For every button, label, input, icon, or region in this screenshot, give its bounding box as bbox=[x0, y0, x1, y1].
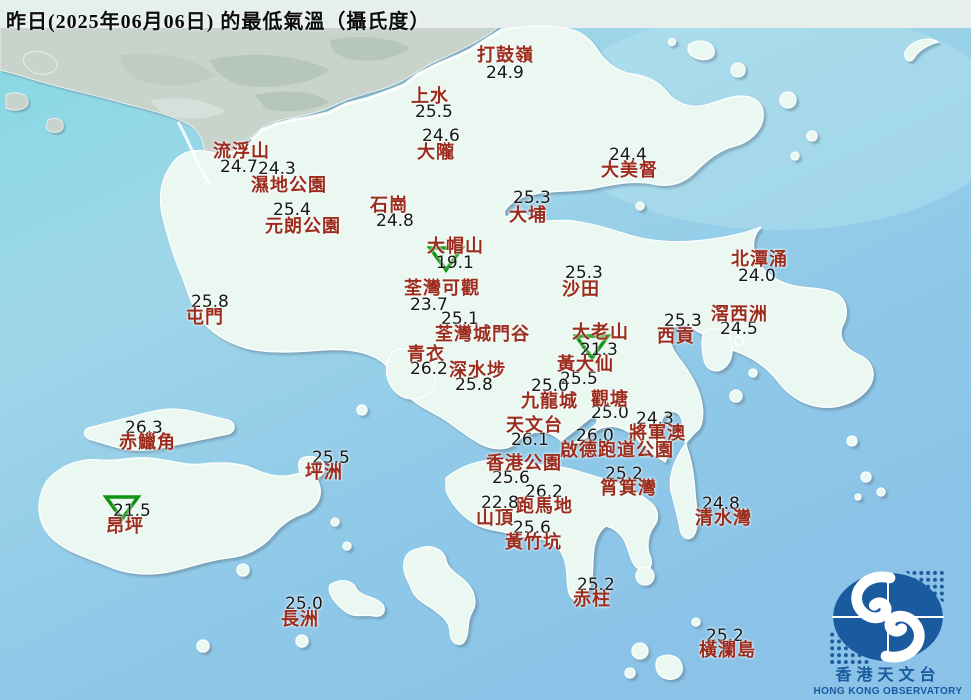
station-name: 石崗 bbox=[370, 195, 408, 215]
station-value: 24.7 bbox=[220, 157, 258, 177]
station-value: 19.1 bbox=[436, 253, 474, 273]
station-name: 黃竹坑 bbox=[505, 532, 562, 552]
station-name: 跑馬地 bbox=[516, 496, 573, 516]
station-value: 25.5 bbox=[415, 102, 453, 122]
station-name: 深水埗 bbox=[449, 360, 506, 380]
station-name: 九龍城 bbox=[521, 391, 578, 411]
station-name: 屯門 bbox=[186, 307, 224, 327]
station-name: 清水灣 bbox=[695, 508, 752, 528]
map-title: 昨日(2025年06月06日) 的最低氣溫（攝氏度） bbox=[6, 11, 431, 33]
station-name: 大埔 bbox=[509, 205, 547, 225]
station-name: 橫瀾島 bbox=[699, 640, 756, 660]
station-name: 濕地公園 bbox=[251, 175, 327, 195]
station-name: 坪洲 bbox=[305, 462, 343, 482]
station-name: 荃灣可觀 bbox=[404, 278, 480, 298]
station-name: 山頂 bbox=[476, 508, 514, 528]
hko-logo-chinese: 香港天文台 bbox=[835, 666, 941, 684]
station-name: 西貢 bbox=[657, 326, 695, 346]
min-temperature-map: 昨日(2025年06月06日) 的最低氣溫（攝氏度） 24.9 打鼓嶺 25.5 上水… bbox=[0, 0, 971, 700]
station-name: 黃大仙 bbox=[557, 354, 614, 374]
station-value: 24.8 bbox=[376, 211, 414, 231]
hko-emblem-icon bbox=[829, 569, 947, 664]
station-name: 大美督 bbox=[601, 160, 658, 180]
station-name: 北潭涌 bbox=[731, 249, 788, 269]
station-name: 打鼓嶺 bbox=[477, 45, 534, 65]
station-name: 青衣 bbox=[407, 344, 445, 364]
station-name: 赤鱲角 bbox=[119, 432, 176, 452]
station-name: 大帽山 bbox=[427, 236, 484, 256]
station-name: 沙田 bbox=[562, 279, 600, 299]
station-name: 大隴 bbox=[417, 142, 455, 162]
hko-logo-english: HONG KONG OBSERVATORY bbox=[813, 686, 963, 697]
station-value: 24.0 bbox=[738, 266, 776, 286]
station-name: 香港公園 bbox=[486, 453, 562, 473]
station-name: 長洲 bbox=[281, 609, 319, 629]
station-name: 元朗公園 bbox=[265, 216, 341, 236]
station-name: 觀塘 bbox=[591, 389, 629, 409]
station-name: 昂坪 bbox=[106, 516, 144, 536]
station-name: 滘西洲 bbox=[711, 304, 768, 324]
station-name: 流浮山 bbox=[213, 141, 270, 161]
station-value: 24.9 bbox=[486, 63, 524, 83]
station-name: 上水 bbox=[411, 86, 449, 106]
station-name: 赤柱 bbox=[573, 589, 611, 609]
hko-logo: 香港天文台 HONG KONG OBSERVATORY bbox=[809, 569, 967, 698]
station-name: 大老山 bbox=[572, 322, 629, 342]
station-name: 筲箕灣 bbox=[600, 478, 657, 498]
station-name: 天文台 bbox=[506, 415, 563, 435]
station-name: 荃灣城門谷 bbox=[435, 324, 530, 344]
station-name: 啟德跑道公園 bbox=[560, 440, 674, 460]
